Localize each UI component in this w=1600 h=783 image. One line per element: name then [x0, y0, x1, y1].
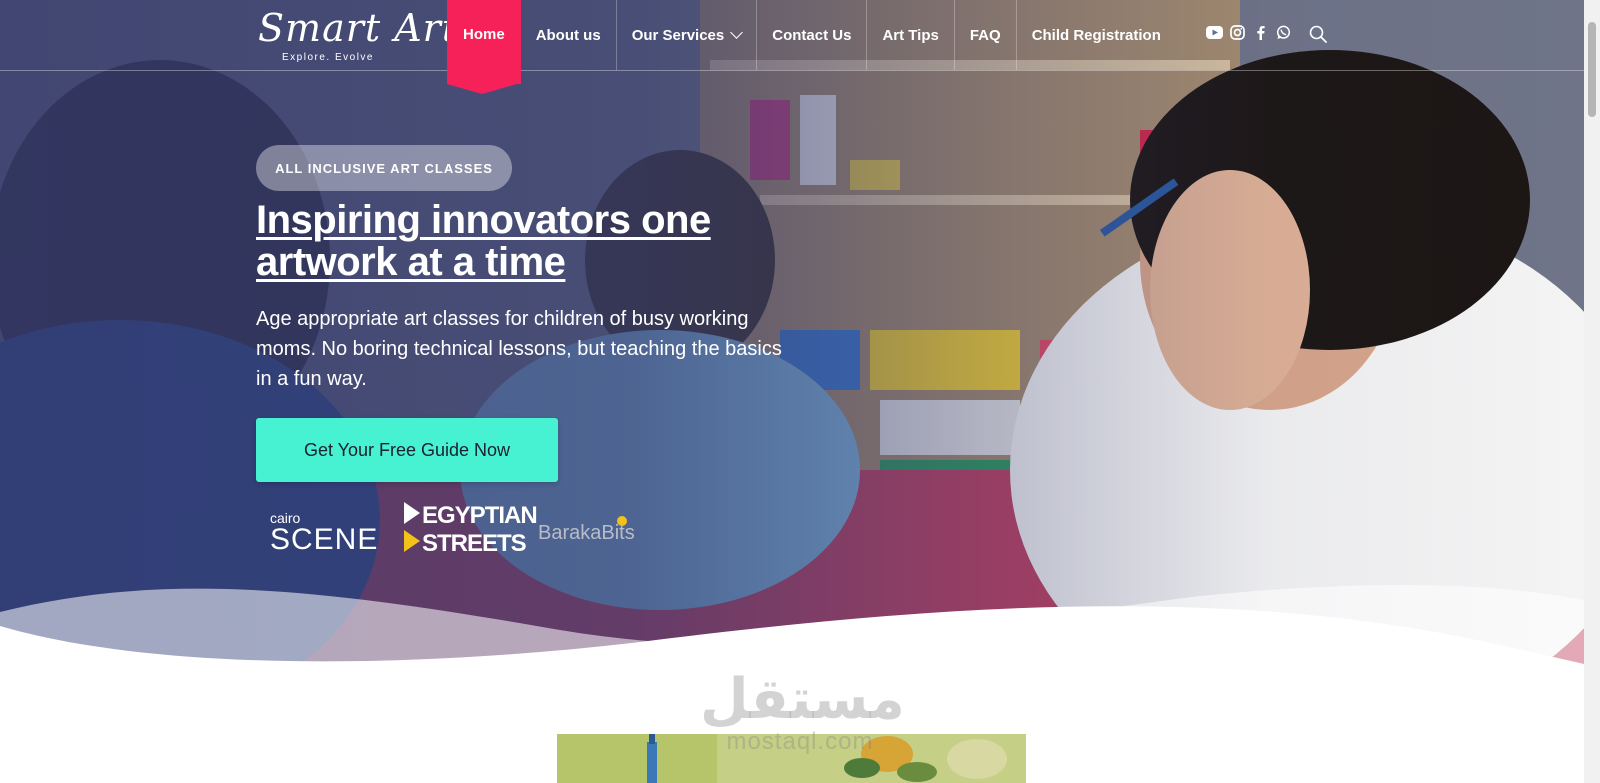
nav-about[interactable]: About us	[521, 0, 617, 70]
nav-home[interactable]: Home	[447, 0, 521, 94]
main-nav: Home About us Our Services Contact Us Ar…	[447, 0, 1176, 94]
nav-services[interactable]: Our Services	[617, 0, 758, 70]
chevron-down-icon	[730, 25, 744, 39]
site-logo[interactable]: Smart Art Explore. Evolve	[258, 6, 457, 66]
play-icon	[404, 502, 420, 524]
cairo-scene-logo: cairo SCENE	[270, 510, 382, 556]
barakabits-dot-icon	[617, 516, 627, 526]
hero-subtext: Age appropriate art classes for children…	[256, 308, 782, 390]
watermark-arabic: مستقل	[700, 667, 905, 732]
scrollbar-thumb[interactable]	[1588, 22, 1596, 117]
logo-script: Smart Art	[258, 6, 459, 50]
cairo-scene-big: SCENE	[270, 523, 379, 556]
nav-contact[interactable]: Contact Us	[757, 0, 868, 70]
hero-headline[interactable]: Inspiring innovators one artwork at a ti…	[256, 199, 776, 283]
egyptian-streets-logo: EGYPTIAN STREETS	[404, 500, 538, 564]
logo-tagline: Explore. Evolve	[282, 52, 374, 63]
play-icon-yellow	[404, 530, 420, 552]
egyptian-streets-line2: STREETS	[422, 530, 527, 557]
watermark: مستقل mostaql.com	[700, 667, 905, 760]
free-guide-button[interactable]: Get Your Free Guide Now	[256, 418, 558, 482]
facebook-icon[interactable]	[1252, 24, 1269, 41]
nav-art-tips[interactable]: Art Tips	[867, 0, 955, 70]
nav-child-registration[interactable]: Child Registration	[1017, 0, 1176, 70]
watermark-latin: mostaql.com	[726, 728, 874, 755]
egyptian-streets-line1: EGYPTIAN	[422, 502, 538, 529]
youtube-icon[interactable]	[1206, 24, 1223, 41]
search-icon[interactable]	[1308, 24, 1328, 44]
site-header: Smart Art Explore. Evolve Home About us …	[0, 0, 1584, 94]
page-scrollbar[interactable]	[1584, 0, 1600, 783]
instagram-icon[interactable]	[1229, 24, 1246, 41]
whatsapp-icon[interactable]	[1275, 24, 1292, 41]
hero-badge: ALL INCLUSIVE ART CLASSES	[256, 145, 512, 191]
nav-faq[interactable]: FAQ	[955, 0, 1017, 70]
social-links	[1206, 24, 1292, 41]
nav-services-label: Our Services	[631, 26, 725, 44]
